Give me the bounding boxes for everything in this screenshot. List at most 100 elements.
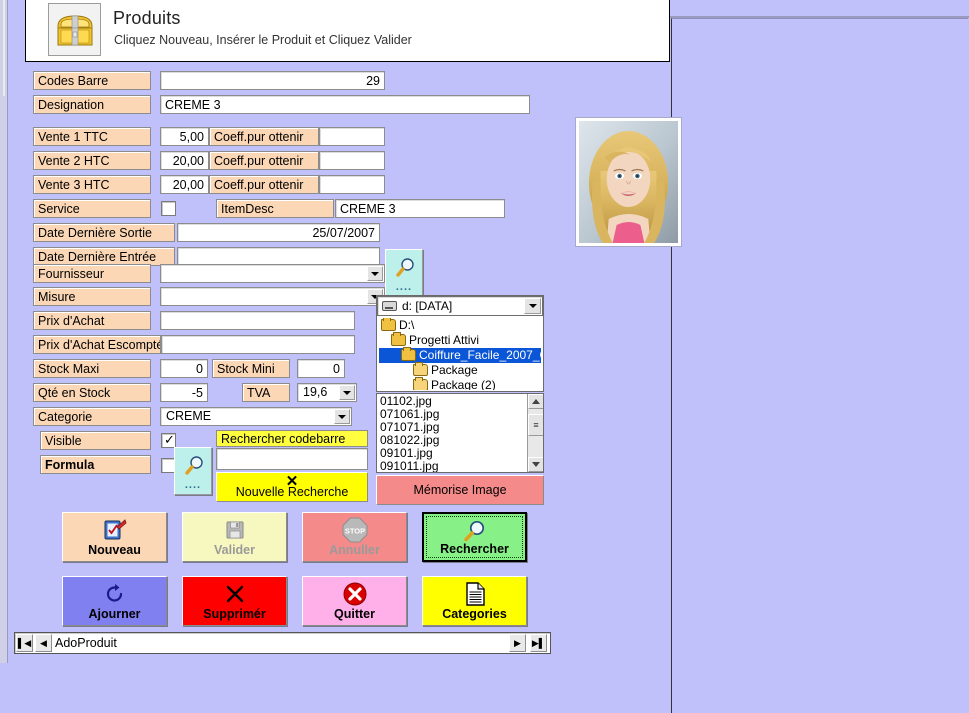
file-list[interactable]: 01102.jpg 071061.jpg 071071.jpg 081022.jpg 0…: [376, 393, 544, 473]
search-panel-title: Rechercher codebarre: [216, 430, 368, 447]
field-vente-2-htc[interactable]: 20,00: [160, 151, 209, 170]
next-record-icon[interactable]: ▶: [509, 634, 526, 652]
magnifier-dots: ....: [184, 479, 202, 491]
quitter-button[interactable]: Quitter: [302, 576, 407, 626]
field-date-derniere-sortie[interactable]: 25/07/2007: [177, 223, 380, 242]
product-photo-frame: [575, 117, 682, 247]
label-fournisseur: Fournisseur: [33, 264, 151, 283]
label-vente-2-htc: Vente 2 HTC: [33, 151, 151, 170]
combo-tva[interactable]: 19,6: [297, 383, 357, 402]
chevron-down-icon[interactable]: [339, 385, 355, 400]
label-vente-1-ttc: Vente 1 TTC: [33, 127, 151, 146]
combo-misure[interactable]: [160, 287, 385, 306]
scroll-up-icon[interactable]: [528, 394, 543, 409]
chevron-down-icon[interactable]: [367, 266, 383, 281]
label-stock-maxi: Stock Maxi: [33, 359, 151, 378]
valider-button[interactable]: Valider: [182, 512, 287, 562]
combo-categorie[interactable]: CREME: [160, 407, 352, 426]
field-stock-mini[interactable]: 0: [297, 359, 345, 378]
field-coeff-3[interactable]: [319, 175, 385, 194]
combo-fournisseur[interactable]: [160, 264, 385, 283]
label-designation: Designation: [33, 95, 151, 114]
magnifier-icon: [185, 456, 203, 475]
magnifier-icon: [424, 518, 525, 544]
directory-tree[interactable]: D:\ Progetti Attivi Coiffure_Facile_2007_C…: [379, 318, 541, 390]
label-stock-mini: Stock Mini: [212, 359, 290, 378]
label-codes-barre: Codes Barre: [33, 71, 151, 90]
label-coeff-1: Coeff.pur ottenir: [209, 127, 319, 146]
folder-open-icon: [401, 347, 416, 361]
ajourner-button[interactable]: Ajourner: [62, 576, 167, 626]
checkbox-service[interactable]: [161, 201, 176, 216]
field-itemdesc[interactable]: CREME 3: [335, 199, 505, 218]
check-mark-icon: ✓: [164, 432, 175, 447]
refresh-icon: [63, 581, 166, 607]
nouveau-button[interactable]: Nouveau: [62, 512, 167, 562]
scroll-down-icon[interactable]: [528, 457, 543, 472]
chevron-down-icon[interactable]: [524, 298, 541, 314]
label-prix-achat: Prix d'Achat: [33, 311, 151, 330]
field-vente-3-htc[interactable]: 20,00: [160, 175, 209, 194]
document-icon: [423, 581, 526, 607]
memorise-image-button[interactable]: Mémorise Image: [376, 475, 544, 505]
last-record-icon[interactable]: ▶▌: [530, 634, 547, 652]
tree-node[interactable]: Package: [379, 362, 541, 378]
scrollbar-thumb[interactable]: ≡: [528, 414, 543, 436]
checkbox-visible[interactable]: ✓: [161, 432, 176, 448]
field-qte-en-stock[interactable]: -5: [160, 383, 208, 402]
prev-record-icon[interactable]: ◀: [35, 634, 52, 652]
formula-magnifier-button[interactable]: ....: [174, 447, 212, 495]
nouveau-label: Nouveau: [88, 543, 141, 557]
valider-label: Valider: [214, 543, 255, 557]
label-tva: TVA: [242, 383, 290, 402]
close-circle-icon: [303, 581, 406, 607]
folder-closed-icon: [413, 362, 428, 376]
x-icon: [183, 581, 286, 607]
tree-node[interactable]: Package (2): [379, 377, 541, 390]
folder-open-icon: [381, 318, 396, 331]
annuller-label: Annuller: [329, 543, 380, 557]
tree-node-label: Progetti Attivi: [409, 333, 480, 347]
drive-select-value: d: [DATA]: [402, 299, 453, 313]
nouvelle-recherche-label: Nouvelle Recherche: [235, 485, 349, 499]
tree-node[interactable]: Progetti Attivi: [379, 332, 541, 348]
label-coeff-2: Coeff.pur ottenir: [209, 151, 319, 170]
supprimer-label: Supprimér: [203, 607, 266, 621]
chevron-down-icon[interactable]: [334, 409, 350, 424]
application-window: Produits Cliquez Nouveau, Insérer le Pro…: [0, 0, 969, 713]
first-record-icon[interactable]: ▌◀: [16, 634, 33, 652]
image-browse-magnifier-button[interactable]: ....: [385, 249, 423, 297]
codebar-search-input[interactable]: [216, 448, 368, 470]
stop-sign-icon: STOP: [303, 517, 406, 543]
product-photo: [579, 121, 678, 243]
file-list-scrollbar[interactable]: ≡: [527, 394, 543, 472]
categories-button[interactable]: Categories: [422, 576, 527, 626]
field-codes-barre[interactable]: 29: [160, 71, 385, 90]
field-vente-1-ttc[interactable]: 5,00: [160, 127, 209, 146]
field-prix-achat[interactable]: [160, 311, 355, 330]
folder-closed-icon: [413, 377, 428, 390]
edit-note-icon: [63, 517, 166, 543]
tree-node-label: D:\: [399, 318, 415, 332]
annuller-button[interactable]: STOP Annuller: [302, 512, 407, 562]
label-coeff-3: Coeff.pur ottenir: [209, 175, 319, 194]
label-qte-en-stock: Qté en Stock: [33, 383, 151, 402]
tree-node[interactable]: D:\: [379, 318, 541, 333]
tree-node-label: Package: [431, 363, 478, 377]
drive-select[interactable]: d: [DATA]: [377, 296, 543, 316]
supprimer-button[interactable]: Supprimér: [182, 576, 287, 626]
codebar-search-panel: Rechercher codebarre ✕ Nouvelle Recherch…: [216, 430, 368, 502]
label-misure: Misure: [33, 287, 151, 306]
label-formula: Formula: [40, 455, 151, 474]
save-disk-icon: [183, 517, 286, 543]
field-designation[interactable]: CREME 3: [160, 95, 530, 114]
field-coeff-2[interactable]: [319, 151, 385, 170]
nouvelle-recherche-button[interactable]: ✕ Nouvelle Recherche: [216, 472, 368, 502]
field-prix-achat-escompte[interactable]: [161, 335, 355, 354]
tree-node[interactable]: Coiffure_Facile_2007_C: [379, 347, 541, 363]
rechercher-button[interactable]: Rechercher: [422, 512, 527, 562]
file-list-item[interactable]: 091011.jpg: [380, 460, 439, 473]
field-stock-maxi[interactable]: 0: [160, 359, 208, 378]
label-vente-3-htc: Vente 3 HTC: [33, 175, 151, 194]
field-coeff-1[interactable]: [319, 127, 385, 146]
